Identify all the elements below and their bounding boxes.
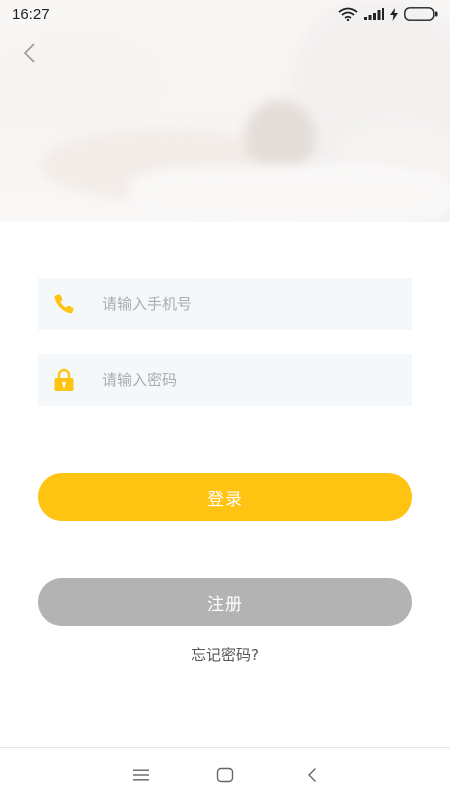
home-button[interactable] — [212, 762, 238, 788]
home-icon — [216, 767, 234, 783]
hero-image — [0, 0, 450, 222]
status-icons — [338, 7, 438, 21]
password-field[interactable] — [38, 354, 412, 406]
chevron-left-icon — [23, 43, 35, 63]
lock-icon — [38, 368, 88, 392]
phone-input[interactable] — [88, 278, 412, 330]
status-bar: 16:27 — [0, 0, 450, 28]
back-button[interactable] — [14, 38, 44, 68]
system-nav-bar — [0, 747, 450, 800]
wifi-icon — [338, 7, 358, 21]
signal-icon — [364, 8, 384, 20]
login-button-label: 登录 — [207, 489, 243, 510]
battery-icon — [404, 7, 438, 21]
login-button[interactable]: 登录 — [38, 473, 412, 521]
phone-field[interactable] — [38, 278, 412, 330]
menu-button[interactable] — [128, 762, 154, 788]
hero-overlay — [0, 0, 450, 222]
password-input[interactable] — [88, 354, 412, 406]
register-button[interactable]: 注册 — [38, 578, 412, 626]
back-nav-button[interactable] — [299, 762, 325, 788]
phone-icon — [38, 292, 88, 316]
status-time: 16:27 — [12, 5, 50, 23]
back-icon — [308, 768, 316, 782]
forgot-password-link[interactable]: 忘记密码? — [0, 644, 450, 665]
register-button-label: 注册 — [207, 594, 243, 615]
menu-icon — [133, 769, 149, 781]
charging-icon — [390, 7, 398, 21]
